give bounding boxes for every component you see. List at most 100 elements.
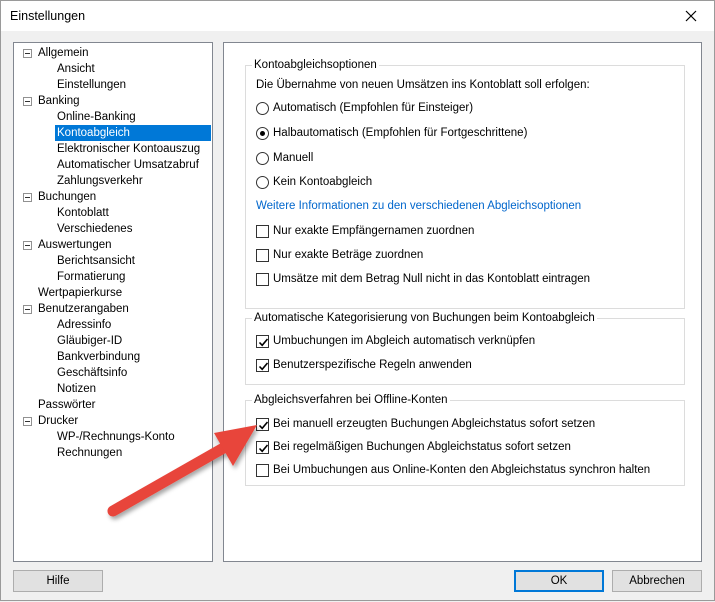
checkbox[interactable] (256, 273, 269, 286)
collapse-icon[interactable] (23, 193, 32, 202)
tree-item-buchungen[interactable]: Buchungen (14, 189, 212, 205)
checkmark-icon (258, 421, 269, 430)
checkmark-icon (258, 444, 269, 453)
tree-item-label: Kontoblatt (57, 207, 109, 219)
tree-item-automatischer-umsatzabruf[interactable]: Automatischer Umsatzabruf (14, 157, 212, 173)
tree-item-label: Geschäftsinfo (57, 367, 128, 379)
settings-dialog: Einstellungen Allgemein Ansicht Einstellun… (0, 0, 715, 601)
tree-item-ansicht[interactable]: Ansicht (14, 61, 212, 77)
tree-item-elektronischer-kontoauszug[interactable]: Elektronischer Kontoauszug (14, 141, 212, 157)
kategorisierung-group: Automatische Kategorisierung von Buchung… (245, 311, 685, 385)
tree-item-label: Benutzerangaben (38, 303, 129, 315)
tree-item-berichtsansicht[interactable]: Berichtsansicht (14, 253, 212, 269)
title-bar: Einstellungen (1, 1, 714, 31)
kategorisierung-group-title: Automatische Kategorisierung von Buchung… (252, 311, 597, 326)
checkbox[interactable] (256, 335, 269, 348)
offline-checkbox-3-label: Bei Umbuchungen aus Online-Konten den Ab… (273, 464, 651, 476)
option-radio-3-label: Manuell (273, 152, 314, 164)
tree-item-label: Einstellungen (57, 79, 127, 91)
kontoabgleich-intro: Die Übernahme von neuen Umsätzen ins Kon… (256, 79, 590, 91)
help-button[interactable]: Hilfe (13, 570, 103, 592)
tree-item-label: Elektronischer Kontoauszug (57, 143, 201, 155)
tree-item-label: Buchungen (38, 191, 97, 203)
tree-item-label: WP-/Rechnungs-Konto (57, 431, 175, 443)
tree-item-label: Kontoabgleich (55, 125, 211, 141)
info-link-label: Weitere Informationen zu den verschieden… (256, 200, 582, 212)
cancel-button[interactable]: Abbrechen (612, 570, 702, 592)
tree-item-label: Online-Banking (57, 111, 136, 123)
ok-button[interactable]: OK (514, 570, 604, 592)
collapse-icon[interactable] (23, 241, 32, 250)
tree-item-drucker[interactable]: Drucker (14, 413, 212, 429)
kontoabgleich-group-title: Kontoabgleichsoptionen (252, 58, 379, 73)
kontoabgleich-checkbox-1-label: Nur exakte Empfängernamen zuordnen (273, 225, 475, 237)
radio-button[interactable] (256, 127, 269, 140)
collapse-icon[interactable] (23, 97, 32, 106)
collapse-icon[interactable] (23, 417, 32, 426)
tree-item-label: Passwörter (38, 399, 96, 411)
checkbox[interactable] (256, 249, 269, 262)
tree-item-kontoblatt[interactable]: Kontoblatt (14, 205, 212, 221)
tree-item-label: Drucker (38, 415, 79, 427)
tree-item-label: Adressinfo (57, 319, 112, 331)
tree-item-rechnungen[interactable]: Rechnungen (14, 445, 212, 461)
offline-checkbox-2-label: Bei regelmäßigen Buchungen Abgleichstatu… (273, 441, 571, 453)
checkbox[interactable] (256, 225, 269, 238)
tree-item-geschäftsinfo[interactable]: Geschäftsinfo (14, 365, 212, 381)
checkmark-icon (258, 362, 269, 371)
tree-item-wp-rechnungs-konto[interactable]: WP-/Rechnungs-Konto (14, 429, 212, 445)
tree-item-passwörter[interactable]: Passwörter (14, 397, 212, 413)
tree-item-label: Formatierung (57, 271, 126, 283)
window-title: Einstellungen (10, 9, 86, 23)
tree-item-einstellungen[interactable]: Einstellungen (14, 77, 212, 93)
tree-item-adressinfo[interactable]: Adressinfo (14, 317, 212, 333)
collapse-icon[interactable] (23, 49, 32, 58)
radio-button[interactable] (256, 102, 269, 115)
tree-item-bankverbindung[interactable]: Bankverbindung (14, 349, 212, 365)
kontoabgleich-group: Kontoabgleichsoptionen Die Übernahme von… (245, 58, 685, 309)
kategorisierung-checkbox-1-label: Umbuchungen im Abgleich automatisch verk… (273, 335, 536, 347)
collapse-icon[interactable] (23, 305, 32, 314)
radio-button[interactable] (256, 176, 269, 189)
tree-item-allgemein[interactable]: Allgemein (14, 45, 212, 61)
tree-item-zahlungsverkehr[interactable]: Zahlungsverkehr (14, 173, 212, 189)
tree-item-formatierung[interactable]: Formatierung (14, 269, 212, 285)
tree-item-benutzerangaben[interactable]: Benutzerangaben (14, 301, 212, 317)
checkbox[interactable] (256, 418, 269, 431)
offline-group: Abgleichsverfahren bei Offline-Konten Be… (245, 393, 685, 486)
tree-item-auswertungen[interactable]: Auswertungen (14, 237, 212, 253)
tree-item-label: Auswertungen (38, 239, 112, 251)
offline-group-title: Abgleichsverfahren bei Offline-Konten (252, 393, 450, 408)
tree-item-label: Wertpapierkurse (38, 287, 123, 299)
checkbox[interactable] (256, 359, 269, 372)
tree-item-banking[interactable]: Banking (14, 93, 212, 109)
checkmark-icon (258, 338, 269, 347)
tree-item-label: Zahlungsverkehr (57, 175, 143, 187)
tree-item-gläubiger-id[interactable]: Gläubiger-ID (14, 333, 212, 349)
option-radio-2-label: Halbautomatisch (Empfohlen für Fortgesch… (273, 127, 528, 139)
kontoabgleich-checkbox-2-label: Nur exakte Beträge zuordnen (273, 249, 424, 261)
tree-item-verschiedenes[interactable]: Verschiedenes (14, 221, 212, 237)
option-radio-1-label: Automatisch (Empfohlen für Einsteiger) (273, 102, 474, 114)
offline-checkbox-1-label: Bei manuell erzeugten Buchungen Abgleich… (273, 418, 596, 430)
settings-tree[interactable]: Allgemein Ansicht Einstellungen Banking Onli… (13, 42, 213, 562)
settings-panel: Kontoabgleichsoptionen Die Übernahme von… (223, 42, 702, 562)
checkbox[interactable] (256, 441, 269, 454)
tree-item-label: Berichtsansicht (57, 255, 135, 267)
tree-item-label: Allgemein (38, 47, 89, 59)
option-radio-4-label: Kein Kontoabgleich (273, 176, 373, 188)
tree-item-kontoabgleich[interactable]: Kontoabgleich (14, 125, 212, 141)
tree-item-label: Rechnungen (57, 447, 123, 459)
tree-item-label: Notizen (57, 383, 96, 395)
kontoabgleich-checkbox-3-label: Umsätze mit dem Betrag Null nicht in das… (273, 273, 591, 285)
tree-item-label: Automatischer Umsatzabruf (57, 159, 199, 171)
checkbox[interactable] (256, 464, 269, 477)
kategorisierung-checkbox-2-label: Benutzerspezifische Regeln anwenden (273, 359, 472, 371)
radio-button[interactable] (256, 152, 269, 165)
tree-item-wertpapierkurse[interactable]: Wertpapierkurse (14, 285, 212, 301)
close-button[interactable] (668, 1, 714, 31)
tree-item-notizen[interactable]: Notizen (14, 381, 212, 397)
tree-item-label: Ansicht (57, 63, 95, 75)
tree-item-label: Banking (38, 95, 80, 107)
tree-item-online-banking[interactable]: Online-Banking (14, 109, 212, 125)
